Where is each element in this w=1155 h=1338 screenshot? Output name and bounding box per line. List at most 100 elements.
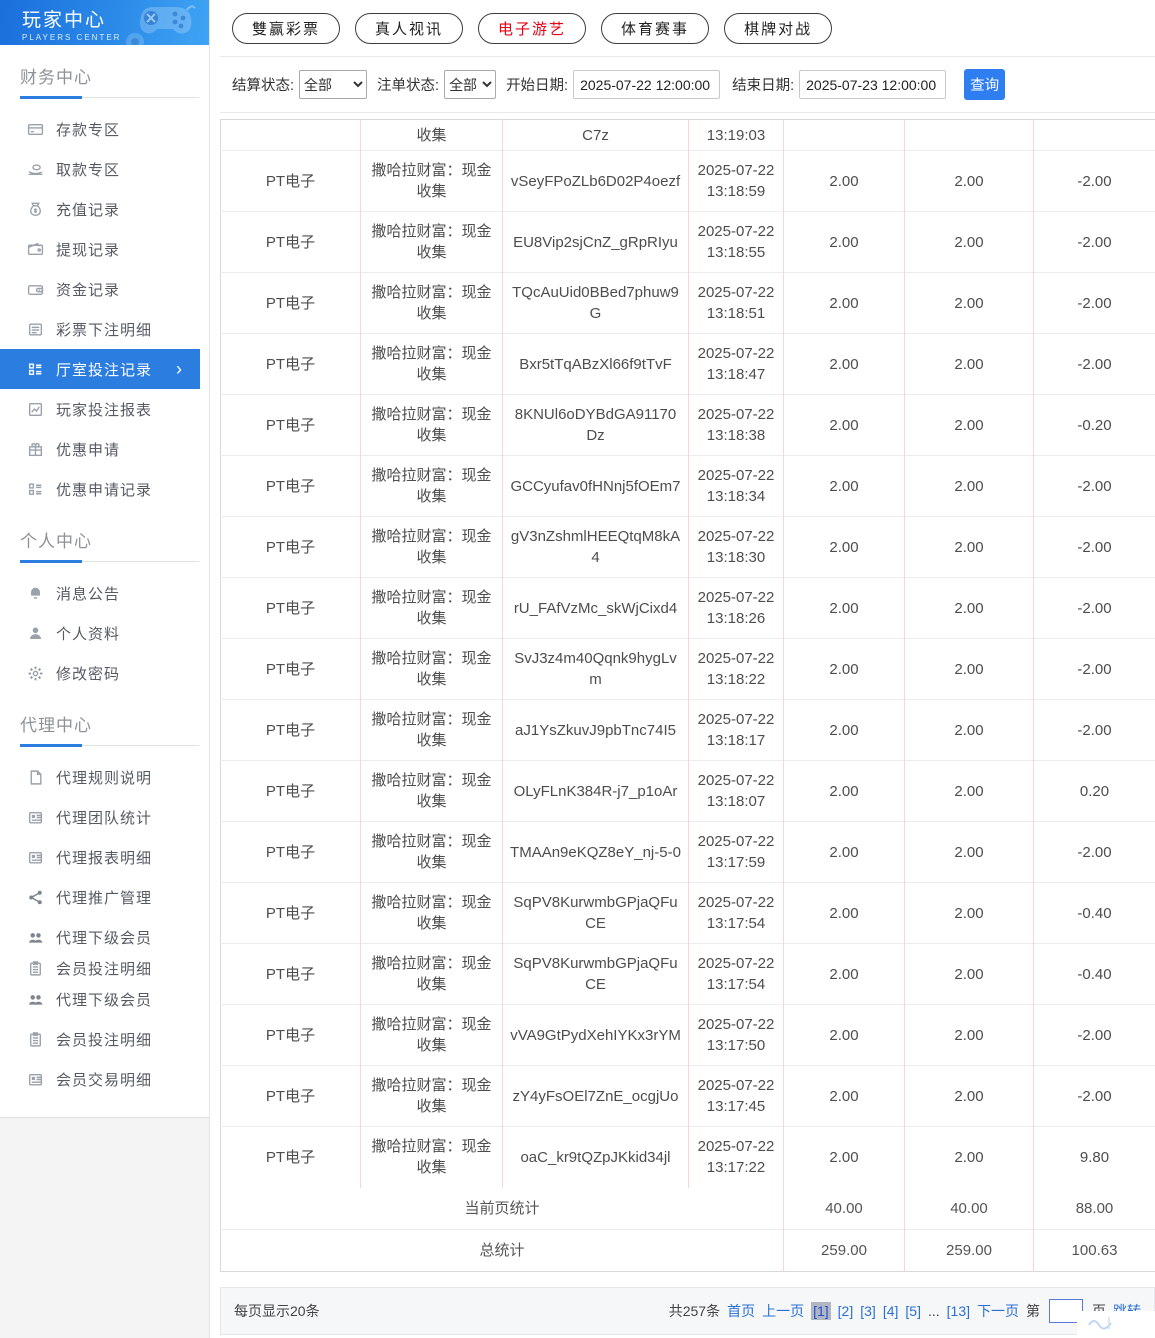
- sidebar-item-会员投注明细[interactable]: 会员投注明细: [0, 957, 200, 979]
- bet-clock: 13:17:45: [706, 1098, 766, 1115]
- cell-valid-bet: 2.00: [904, 638, 1034, 700]
- sidebar-item-label: 消息公告: [56, 585, 121, 603]
- sidebar-item-label: 代理下级会员: [56, 991, 153, 1009]
- sidebar-item-厅室投注记录[interactable]: 厅室投注记录 ›: [0, 349, 200, 389]
- sidebar-item-代理报表明细[interactable]: 代理报表明细: [0, 837, 200, 877]
- cell-bet-amount: 2.00: [783, 638, 905, 700]
- page-link-[5][interactable]: [5]: [905, 1303, 921, 1319]
- cell-bet-amount: [783, 119, 905, 151]
- bet-clock: 13:18:47: [706, 366, 766, 383]
- cell-bet-time: 2025-07-22 13:18:59: [688, 150, 784, 212]
- cell-win-loss: -2.00: [1033, 333, 1155, 395]
- page-link-[1][interactable]: [1]: [811, 1302, 831, 1320]
- bet-date: 2025-07-22: [697, 467, 775, 484]
- floating-widget[interactable]: [1077, 1311, 1155, 1338]
- sidebar-item-充值记录[interactable]: 充值记录: [0, 189, 200, 229]
- cell-win-loss: -2.00: [1033, 699, 1155, 761]
- section-title: 代理中心: [20, 716, 92, 735]
- sidebar-item-代理下级会员[interactable]: 代理下级会员: [0, 979, 200, 1019]
- page-total-label: 当前页统计: [220, 1187, 784, 1230]
- gamepad-icon: [126, 5, 196, 45]
- sidebar-item-会员交易明细[interactable]: 会员交易明细: [0, 1059, 200, 1099]
- sidebar-item-label: 玩家投注报表: [56, 401, 153, 419]
- sidebar-item-消息公告[interactable]: 消息公告: [0, 573, 200, 613]
- news-icon: [26, 808, 44, 826]
- order-status-select[interactable]: 全部: [444, 70, 497, 99]
- cell-game-name: 收集: [360, 119, 503, 151]
- tab-真人视讯[interactable]: 真人视讯: [355, 12, 464, 44]
- page-link-[2][interactable]: [2]: [838, 1303, 854, 1319]
- cell-win-loss: [1034, 120, 1155, 151]
- cell-game-name: 撒哈拉财富：现金收集: [360, 821, 503, 883]
- settle-status-select[interactable]: 全部: [299, 70, 368, 99]
- bet-date: 2025-07-22: [697, 772, 775, 789]
- cell-win-loss: -2.00: [1033, 211, 1155, 273]
- next-page-link[interactable]: 下一页: [977, 1301, 1019, 1321]
- end-date-input[interactable]: [799, 70, 947, 99]
- cell-bet-amount: 2.00: [783, 1065, 905, 1127]
- table-row: PT电子 撒哈拉财富：现金收集 Bxr5tTqABzXl66f9tTvF 2025-0…: [220, 333, 1155, 395]
- sidebar-item-代理推广管理[interactable]: 代理推广管理: [0, 877, 200, 917]
- cell-bet-amount: 2.00: [783, 1004, 905, 1066]
- grand-total-row: 总统计 259.00 259.00 100.63: [220, 1229, 1155, 1272]
- tab-棋牌对战[interactable]: 棋牌对战: [724, 12, 833, 44]
- sidebar-footer: [0, 1118, 209, 1338]
- sidebar-item-存款专区[interactable]: 存款专区: [0, 109, 200, 149]
- settle-status-label: 结算状态:: [232, 78, 295, 94]
- sidebar-item-取款专区[interactable]: 取款专区: [0, 149, 200, 189]
- grand-total-label: 总统计: [220, 1229, 784, 1272]
- sidebar-item-优惠申请记录[interactable]: 优惠申请记录: [0, 469, 200, 509]
- sidebar-item-彩票下注明细[interactable]: 彩票下注明细: [0, 309, 200, 349]
- sidebar-item-代理规则说明[interactable]: 代理规则说明: [0, 757, 200, 797]
- cell-bet-time: 2025-07-22 13:17:59: [688, 821, 784, 883]
- bet-clock: 13:18:26: [706, 610, 766, 627]
- sidebar-item-修改密码[interactable]: 修改密码: [0, 653, 200, 693]
- first-page-link[interactable]: 首页: [727, 1301, 755, 1321]
- table-row: PT电子 撒哈拉财富：现金收集 EU8Vip2sjCnZ_gRpRIyu 2025-0…: [220, 211, 1155, 273]
- query-button[interactable]: 查询: [964, 69, 1006, 100]
- tab-体育赛事[interactable]: 体育赛事: [601, 12, 710, 44]
- sidebar-item-资金记录[interactable]: 资金记录: [0, 269, 200, 309]
- page-link-[13][interactable]: [13]: [947, 1303, 970, 1319]
- cell-game-type: PT电子: [220, 150, 361, 212]
- gift-icon: [26, 440, 44, 458]
- cell-game-name: 撒哈拉财富：现金收集: [360, 1126, 503, 1188]
- sidebar-item-个人资料[interactable]: 个人资料: [0, 613, 200, 653]
- cell-game-name: 撒哈拉财富：现金收集: [360, 760, 503, 822]
- table-row: PT电子 撒哈拉财富：现金收集 SvJ3z4m40Qqnk9hygLvm 2025-0…: [220, 638, 1155, 700]
- bet-date: 2025-07-22: [697, 589, 775, 606]
- order-status-label: 注单状态:: [377, 78, 440, 94]
- table-row: PT电子 撒哈拉财富：现金收集 vVA9GtPydXehIYKx3rYM 2025-0…: [220, 1004, 1155, 1066]
- prev-page-link[interactable]: 上一页: [762, 1301, 804, 1321]
- sidebar-item-代理下级会员[interactable]: 代理下级会员: [0, 917, 200, 957]
- sidebar-item-提现记录[interactable]: 提现记录: [0, 229, 200, 269]
- sidebar-item-玩家投注报表[interactable]: 玩家投注报表: [0, 389, 200, 429]
- start-date-input[interactable]: [573, 70, 721, 99]
- brand-banner: 玩家中心 PLAYERS CENTER: [0, 0, 209, 45]
- people-icon: [26, 990, 44, 1008]
- cell-order-id: Bxr5tTqABzXl66f9tTvF: [502, 333, 689, 395]
- sidebar-item-优惠申请[interactable]: 优惠申请: [0, 429, 200, 469]
- sidebar-item-label: 优惠申请: [56, 441, 121, 459]
- table-row: PT电子 撒哈拉财富：现金收集 vSeyFPoZLb6D02P4oezf 2025-0…: [220, 150, 1155, 212]
- sidebar-item-代理团队统计[interactable]: 代理团队统计: [0, 797, 200, 837]
- page-link-[4][interactable]: [4]: [883, 1303, 899, 1319]
- sidebar-section: 财务中心 存款专区 取款专区 充值记录 提现记录 资金记录 彩票下注明细 厅室投注记录 › 玩家投…: [0, 45, 209, 509]
- cell-bet-time: 2025-07-22 13:18:34: [688, 455, 784, 517]
- bet-date: 2025-07-22: [697, 1138, 775, 1156]
- cell-order-id: OLyFLnK384R-j7_p1oAr: [502, 760, 689, 822]
- sidebar-section: 个人中心 消息公告 个人资料 修改密码: [0, 509, 209, 693]
- page-total-row: 当前页统计 40.00 40.00 88.00: [220, 1187, 1155, 1230]
- bet-clock: 13:17:54: [706, 976, 766, 993]
- cell-valid-bet: 2.00: [904, 150, 1034, 212]
- bell-icon: [26, 584, 44, 602]
- cell-valid-bet: 2.00: [904, 577, 1034, 639]
- bet-clock: 13:18:38: [706, 427, 766, 444]
- cell-bet-time: 2025-07-22 13:17:50: [688, 1004, 784, 1066]
- tab-电子游艺[interactable]: 电子游艺: [478, 12, 587, 44]
- sidebar-item-会员投注明细[interactable]: 会员投注明细: [0, 1019, 200, 1059]
- sidebar-item-label: 代理下级会员: [56, 929, 153, 947]
- sidebar-item-label: 厅室投注记录: [56, 361, 153, 379]
- page-link-[3][interactable]: [3]: [860, 1303, 876, 1319]
- tab-雙赢彩票[interactable]: 雙赢彩票: [232, 12, 341, 44]
